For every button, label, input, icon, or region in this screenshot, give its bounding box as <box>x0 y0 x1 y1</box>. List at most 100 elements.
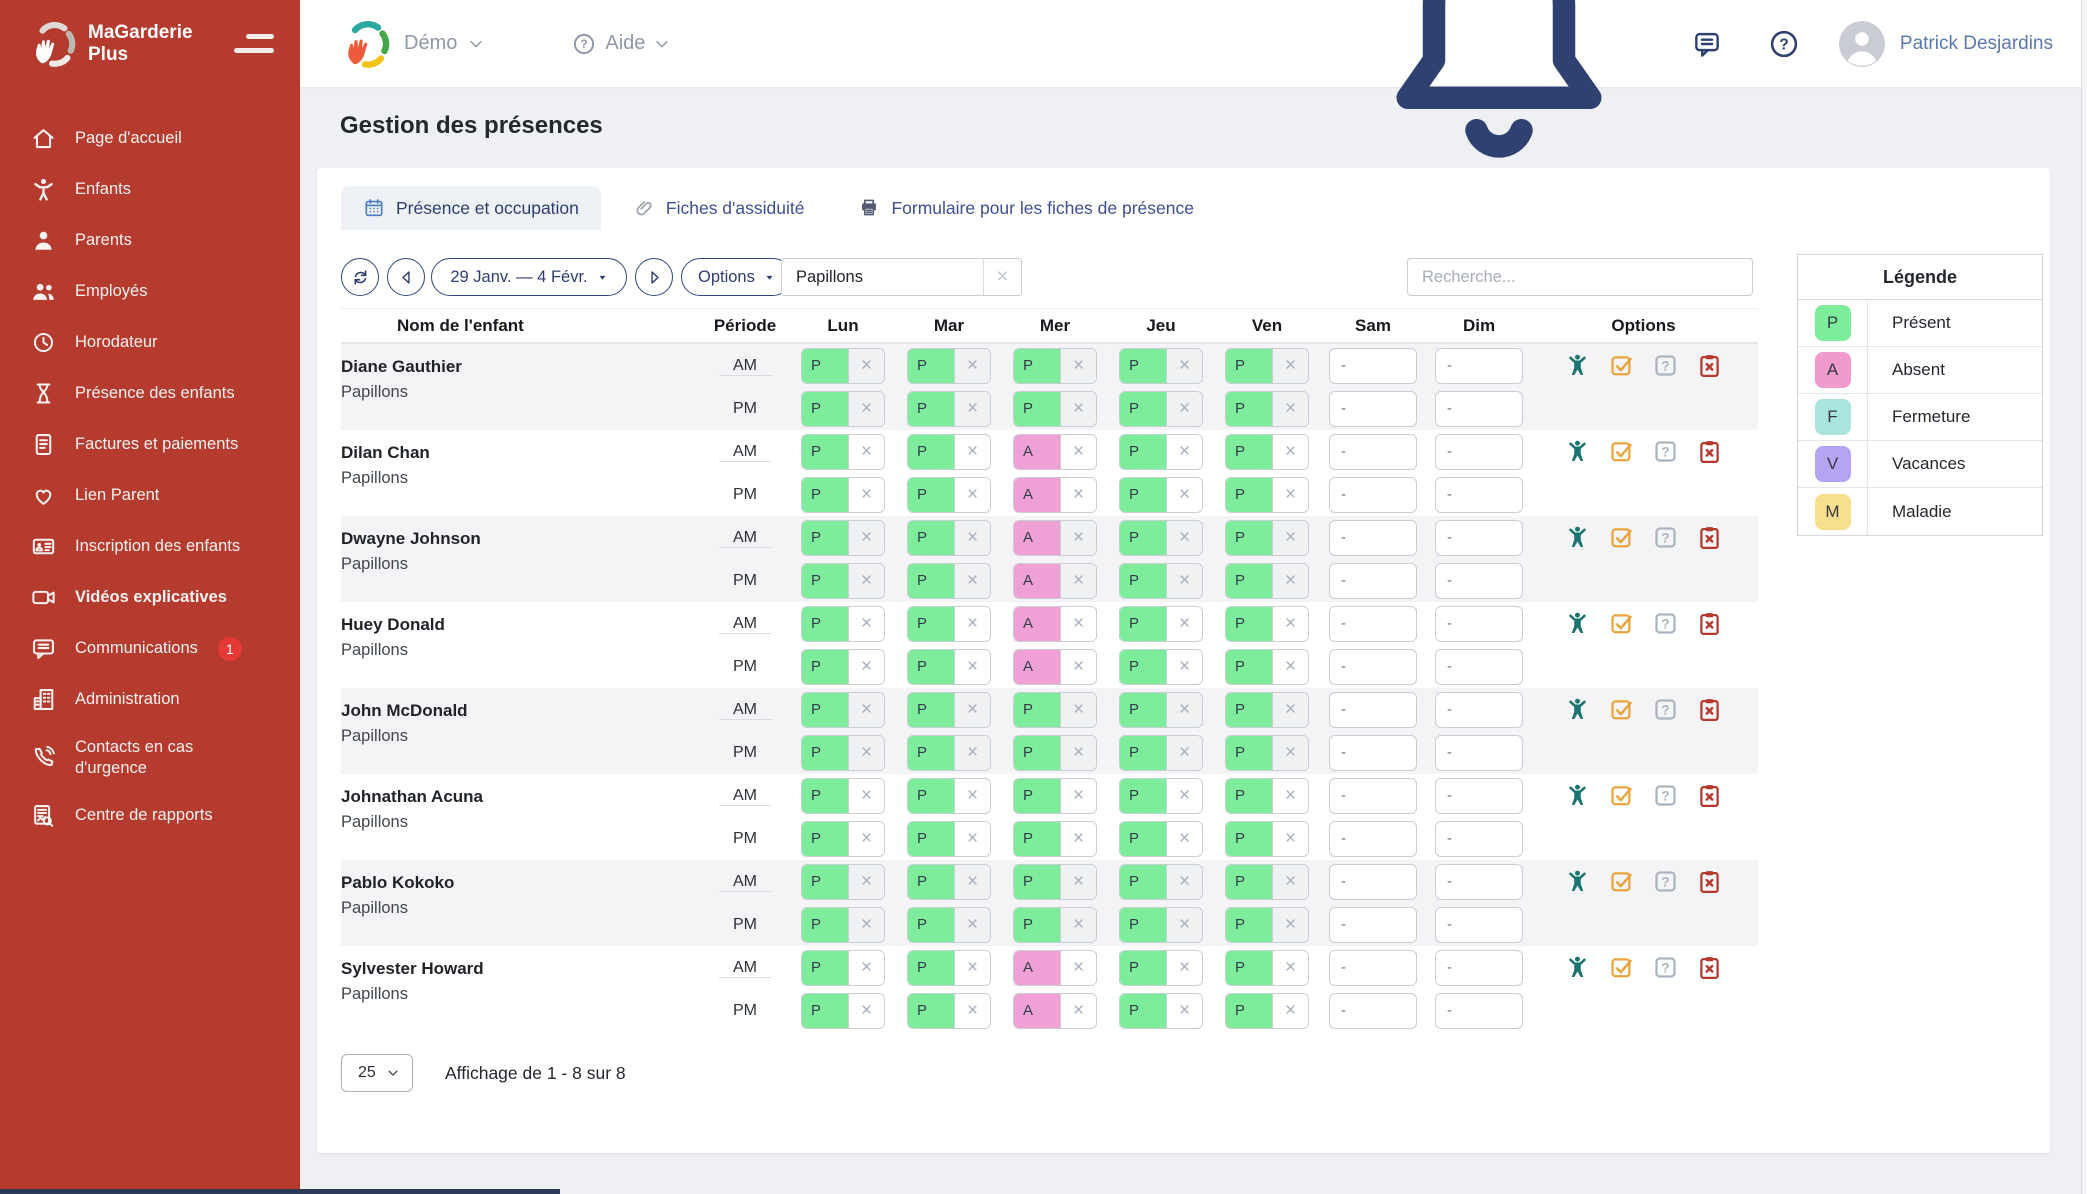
status-value-ven[interactable]: P <box>1226 607 1272 641</box>
attendance-input-dim[interactable]: - <box>1435 864 1523 900</box>
clear-status-ven[interactable]: × <box>1272 908 1308 942</box>
attendance-input-dim[interactable]: - <box>1435 563 1523 599</box>
clear-status-mar[interactable]: × <box>954 650 990 684</box>
clear-status-mar[interactable]: × <box>954 951 990 985</box>
status-value-lun[interactable]: P <box>802 736 848 770</box>
sidebar-item-parents[interactable]: Parents <box>0 215 300 266</box>
confirm-check-icon[interactable] <box>1608 782 1635 809</box>
clear-status-ven[interactable]: × <box>1272 478 1308 512</box>
attendance-input-sam[interactable]: - <box>1329 434 1417 470</box>
status-value-jeu[interactable]: P <box>1120 865 1166 899</box>
status-value-jeu[interactable]: P <box>1120 822 1166 856</box>
clear-status-ven[interactable]: × <box>1272 994 1308 1028</box>
attendance-child-icon[interactable] <box>1564 954 1591 981</box>
status-value-lun[interactable]: P <box>802 392 848 426</box>
status-value-lun[interactable]: P <box>802 865 848 899</box>
clear-status-mer[interactable]: × <box>1060 392 1096 426</box>
status-value-ven[interactable]: P <box>1226 736 1272 770</box>
status-value-ven[interactable]: P <box>1226 693 1272 727</box>
clear-status-ven[interactable]: × <box>1272 392 1308 426</box>
status-value-ven[interactable]: P <box>1226 779 1272 813</box>
attendance-input-dim[interactable]: - <box>1435 735 1523 771</box>
status-value-jeu[interactable]: P <box>1120 564 1166 598</box>
attendance-input-dim[interactable]: - <box>1435 649 1523 685</box>
clear-status-lun[interactable]: × <box>848 435 884 469</box>
delete-record-icon[interactable] <box>1696 696 1723 723</box>
status-value-lun[interactable]: P <box>802 521 848 555</box>
status-value-ven[interactable]: P <box>1226 650 1272 684</box>
clear-status-mar[interactable]: × <box>954 607 990 641</box>
clear-status-lun[interactable]: × <box>848 521 884 555</box>
status-value-mer[interactable]: A <box>1014 607 1060 641</box>
options-button[interactable]: Options <box>681 258 792 296</box>
unknown-status-icon[interactable]: ? <box>1652 696 1679 723</box>
status-value-mar[interactable]: P <box>908 478 954 512</box>
unknown-status-icon[interactable]: ? <box>1652 352 1679 379</box>
clear-status-lun[interactable]: × <box>848 736 884 770</box>
clear-status-lun[interactable]: × <box>848 478 884 512</box>
status-value-mer[interactable]: P <box>1014 779 1060 813</box>
attendance-child-icon[interactable] <box>1564 696 1591 723</box>
status-value-lun[interactable]: P <box>802 908 848 942</box>
confirm-check-icon[interactable] <box>1608 696 1635 723</box>
clear-status-ven[interactable]: × <box>1272 564 1308 598</box>
attendance-child-icon[interactable] <box>1564 524 1591 551</box>
delete-record-icon[interactable] <box>1696 782 1723 809</box>
sidebar-item-factures-et-paiements[interactable]: Factures et paiements <box>0 419 300 470</box>
status-value-jeu[interactable]: P <box>1120 779 1166 813</box>
attendance-input-dim[interactable]: - <box>1435 434 1523 470</box>
status-value-mer[interactable]: P <box>1014 392 1060 426</box>
clear-status-jeu[interactable]: × <box>1166 736 1202 770</box>
clear-status-jeu[interactable]: × <box>1166 564 1202 598</box>
confirm-check-icon[interactable] <box>1608 352 1635 379</box>
status-value-ven[interactable]: P <box>1226 994 1272 1028</box>
sidebar-item-page-d-accueil[interactable]: Page d'accueil <box>0 113 300 164</box>
confirm-check-icon[interactable] <box>1608 954 1635 981</box>
clear-status-ven[interactable]: × <box>1272 521 1308 555</box>
clear-status-jeu[interactable]: × <box>1166 994 1202 1028</box>
delete-record-icon[interactable] <box>1696 954 1723 981</box>
attendance-input-sam[interactable]: - <box>1329 950 1417 986</box>
status-value-mer[interactable]: A <box>1014 478 1060 512</box>
clear-status-lun[interactable]: × <box>848 779 884 813</box>
attendance-input-sam[interactable]: - <box>1329 907 1417 943</box>
environment-selector[interactable]: Démo <box>404 32 485 55</box>
status-value-jeu[interactable]: P <box>1120 693 1166 727</box>
status-value-lun[interactable]: P <box>802 994 848 1028</box>
date-range-selector[interactable]: 29 Janv. — 4 Févr. <box>431 258 627 296</box>
unknown-status-icon[interactable]: ? <box>1652 868 1679 895</box>
attendance-input-sam[interactable]: - <box>1329 477 1417 513</box>
clear-filter-button[interactable]: × <box>983 259 1021 295</box>
clear-status-lun[interactable]: × <box>848 607 884 641</box>
confirm-check-icon[interactable] <box>1608 610 1635 637</box>
attendance-input-sam[interactable]: - <box>1329 735 1417 771</box>
status-value-jeu[interactable]: P <box>1120 736 1166 770</box>
attendance-input-dim[interactable]: - <box>1435 606 1523 642</box>
unknown-status-icon[interactable]: ? <box>1652 782 1679 809</box>
status-value-lun[interactable]: P <box>802 478 848 512</box>
unknown-status-icon[interactable]: ? <box>1652 524 1679 551</box>
status-value-mer[interactable]: P <box>1014 908 1060 942</box>
search-input[interactable] <box>1407 258 1753 296</box>
clear-status-jeu[interactable]: × <box>1166 779 1202 813</box>
clear-status-mer[interactable]: × <box>1060 951 1096 985</box>
attendance-input-sam[interactable]: - <box>1329 778 1417 814</box>
status-value-mar[interactable]: P <box>908 392 954 426</box>
sidebar-item-centre-de-rapports[interactable]: Centre de rapports <box>0 790 300 841</box>
tab-presence-et-occupation[interactable]: Présence et occupation <box>341 186 601 230</box>
avatar[interactable] <box>1839 21 1885 67</box>
clear-status-lun[interactable]: × <box>848 392 884 426</box>
previous-week-button[interactable] <box>387 258 425 296</box>
clear-status-mar[interactable]: × <box>954 521 990 555</box>
attendance-input-dim[interactable]: - <box>1435 907 1523 943</box>
sidebar-item-videos-explicatives[interactable]: Vidéos explicatives <box>0 572 300 623</box>
attendance-input-dim[interactable]: - <box>1435 477 1523 513</box>
attendance-child-icon[interactable] <box>1564 610 1591 637</box>
help-menu[interactable]: ? Aide <box>571 31 671 57</box>
status-value-mer[interactable]: A <box>1014 521 1060 555</box>
attendance-input-dim[interactable]: - <box>1435 348 1523 384</box>
status-value-mer[interactable]: P <box>1014 822 1060 856</box>
tab-formulaire-pour-les-fiches-de-presence[interactable]: Formulaire pour les fiches de présence <box>836 186 1216 230</box>
status-value-mar[interactable]: P <box>908 693 954 727</box>
clear-status-mer[interactable]: × <box>1060 349 1096 383</box>
